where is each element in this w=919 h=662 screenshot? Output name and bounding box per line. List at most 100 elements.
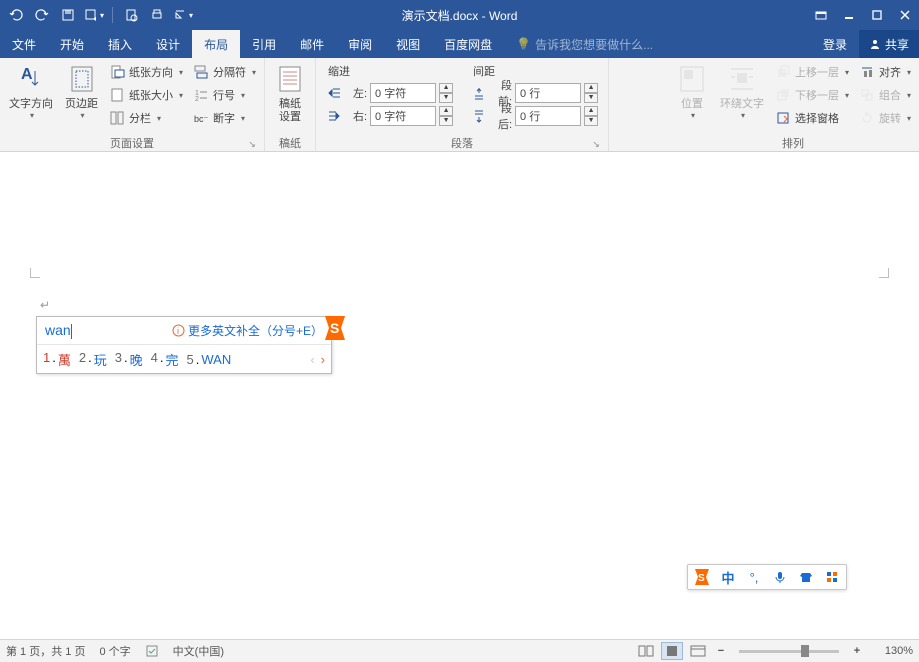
close-button[interactable]	[891, 0, 919, 30]
print-preview-button[interactable]	[119, 3, 143, 27]
window-title: 演示文档.docx - Word	[402, 7, 518, 24]
margins-icon	[66, 63, 98, 95]
text-direction-icon: A	[15, 63, 47, 95]
bring-forward-button: 上移一层▾	[771, 61, 853, 83]
paragraph-launcher[interactable]	[590, 138, 602, 150]
save-button[interactable]	[56, 3, 80, 27]
ime-punct-toggle[interactable]: °,	[744, 567, 764, 587]
selection-pane-button[interactable]: 选择窗格	[771, 107, 853, 129]
print-button[interactable]	[145, 3, 169, 27]
tab-layout[interactable]: 布局	[192, 30, 240, 58]
qat-customize-button[interactable]: ▾	[171, 3, 195, 27]
breaks-icon	[193, 64, 209, 80]
tab-home[interactable]: 开始	[48, 30, 96, 58]
page-corner-left	[30, 268, 40, 278]
ribbon-display-button[interactable]	[807, 0, 835, 30]
view-print-layout[interactable]	[661, 642, 683, 660]
rotate-button: 旋转▾	[855, 107, 915, 129]
tab-mailings[interactable]: 邮件	[288, 30, 336, 58]
line-numbers-button[interactable]: 12行号▾	[189, 84, 260, 106]
tab-file[interactable]: 文件	[0, 30, 48, 58]
ime-lang-toggle[interactable]: 中	[718, 567, 738, 587]
maximize-button[interactable]	[863, 0, 891, 30]
spacing-after-input[interactable]: 0 行	[515, 106, 581, 126]
selection-pane-icon	[775, 110, 791, 126]
status-language[interactable]: 中文(中国)	[173, 643, 224, 659]
group-button: 组合▾	[855, 84, 915, 106]
spacing-before-input[interactable]: 0 行	[515, 83, 581, 103]
lightbulb-icon: 💡	[516, 37, 531, 51]
ime-next-page[interactable]: ›	[321, 352, 325, 367]
status-page[interactable]: 第 1 页，共 1 页	[6, 643, 85, 659]
ime-cand-4[interactable]: 4.完	[151, 350, 179, 369]
ime-cand-5[interactable]: 5.WAN	[187, 352, 232, 367]
text-direction-button[interactable]: A 文字方向▾	[4, 61, 58, 123]
sogou-icon[interactable]: S	[692, 567, 712, 587]
size-button[interactable]: 纸张大小▾	[105, 84, 187, 106]
group-manuscript: 稿纸 设置 稿纸	[265, 58, 316, 151]
indent-left-input[interactable]: 0 字符	[370, 83, 436, 103]
view-web-layout[interactable]	[687, 642, 709, 660]
zoom-slider[interactable]	[739, 650, 839, 653]
zoom-in-button[interactable]: +	[849, 645, 865, 657]
ime-status-toolbar[interactable]: S 中 °,	[687, 564, 847, 590]
share-button[interactable]: 共享	[859, 30, 919, 58]
ime-toolbox-button[interactable]	[822, 567, 842, 587]
status-words[interactable]: 0 个字	[99, 643, 130, 659]
spin-down[interactable]: ▼	[439, 93, 453, 103]
ime-cand-3[interactable]: 3.晚	[115, 350, 143, 369]
tab-references[interactable]: 引用	[240, 30, 288, 58]
ime-cand-2[interactable]: 2.玩	[79, 350, 107, 369]
tell-me-search[interactable]: 💡 告诉我您想要做什么...	[516, 30, 653, 58]
zoom-out-button[interactable]: −	[713, 645, 729, 657]
send-backward-button: 下移一层▾	[771, 84, 853, 106]
spacing-before-icon	[471, 85, 487, 101]
view-read-mode[interactable]	[635, 642, 657, 660]
ime-prev-page[interactable]: ‹	[310, 352, 314, 367]
svg-text:A: A	[21, 66, 33, 83]
ime-voice-button[interactable]	[770, 567, 790, 587]
spin-up[interactable]: ▲	[584, 83, 598, 93]
tab-review[interactable]: 审阅	[336, 30, 384, 58]
align-button[interactable]: 对齐▾	[855, 61, 915, 83]
zoom-level[interactable]: 130%	[875, 645, 913, 657]
page-setup-launcher[interactable]	[246, 138, 258, 150]
indent-right-input[interactable]: 0 字符	[370, 106, 436, 126]
tab-design[interactable]: 设计	[144, 30, 192, 58]
spin-down[interactable]: ▼	[584, 116, 598, 126]
ribbon-tabs: 文件 开始 插入 设计 布局 引用 邮件 审阅 视图 百度网盘 💡 告诉我您想要…	[0, 30, 919, 58]
login-button[interactable]: 登录	[811, 30, 859, 58]
save-as-button[interactable]: ▾	[82, 3, 106, 27]
ime-cand-1[interactable]: 1.萬	[43, 350, 71, 369]
tab-baidu[interactable]: 百度网盘	[432, 30, 504, 58]
zoom-thumb[interactable]	[801, 645, 809, 657]
group-arrange: 位置▾ 环绕文字▾ 上移一层▾ 下移一层▾ 选择窗格 对齐▾ 组合▾ 旋转▾ 排…	[667, 58, 919, 151]
breaks-button[interactable]: 分隔符▾	[189, 61, 260, 83]
minimize-button[interactable]	[835, 0, 863, 30]
status-proofing-icon[interactable]	[145, 644, 159, 658]
spin-up[interactable]: ▲	[439, 83, 453, 93]
ime-hint[interactable]: i 更多英文补全（分号+E）	[172, 322, 323, 339]
info-icon: i	[172, 324, 185, 337]
spin-up[interactable]: ▲	[439, 106, 453, 116]
spin-up[interactable]: ▲	[584, 106, 598, 116]
group-icon	[859, 87, 875, 103]
columns-button[interactable]: 分栏▾	[105, 107, 187, 129]
orientation-button[interactable]: 纸张方向▾	[105, 61, 187, 83]
ime-candidates: 1.萬 2.玩 3.晚 4.完 5.WAN ‹ ›	[37, 345, 331, 373]
spin-down[interactable]: ▼	[439, 116, 453, 126]
hyphenation-button[interactable]: bc⁻断字▾	[189, 107, 260, 129]
bring-forward-icon	[775, 64, 791, 80]
ime-skin-button[interactable]	[796, 567, 816, 587]
redo-button[interactable]	[30, 3, 54, 27]
undo-button[interactable]	[4, 3, 28, 27]
manuscript-settings-button[interactable]: 稿纸 设置	[269, 61, 311, 126]
indent-right-icon	[326, 108, 342, 124]
tab-view[interactable]: 视图	[384, 30, 432, 58]
tab-insert[interactable]: 插入	[96, 30, 144, 58]
position-button: 位置▾	[671, 61, 713, 123]
svg-text:2: 2	[195, 96, 199, 103]
margins-button[interactable]: 页边距▾	[60, 61, 103, 123]
spin-down[interactable]: ▼	[584, 93, 598, 103]
group-paragraph: 缩进 左: 0 字符 ▲▼ 右: 0 字符 ▲▼ 间距 段前	[316, 58, 609, 151]
